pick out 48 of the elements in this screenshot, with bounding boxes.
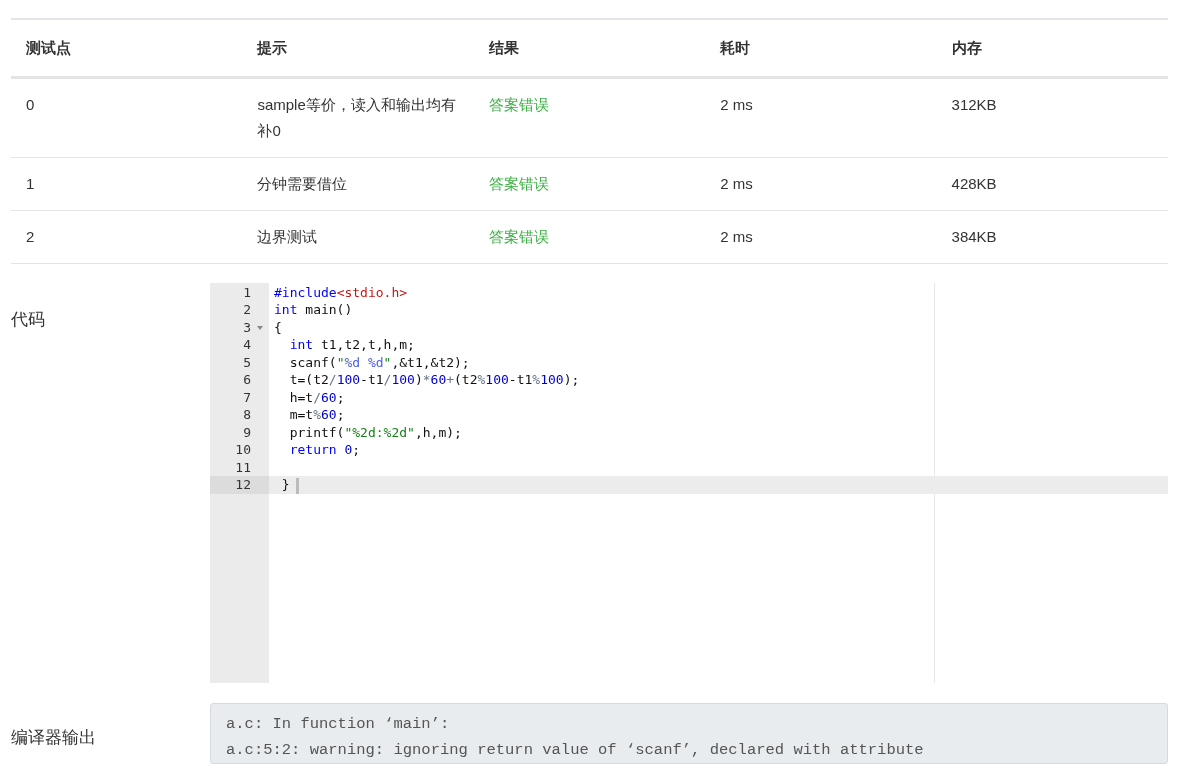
- section-label: 编译器输出: [11, 726, 97, 749]
- table-cell: 2: [26, 227, 35, 245]
- output-line: a.c: In function ‘main’:: [226, 713, 451, 735]
- code-line: int t1,t2,t,h,m;: [288, 336, 416, 354]
- column-header: 测试点: [26, 38, 71, 56]
- table-cell: 边界测试: [257, 227, 318, 245]
- line-number: 3: [243, 319, 251, 335]
- code-line: {: [273, 318, 283, 336]
- line-number: 8: [243, 407, 251, 422]
- table-cell: 0: [26, 95, 35, 113]
- column-header: 耗时: [720, 38, 751, 56]
- table-cell: 2 ms: [720, 95, 753, 113]
- line-number: 10: [235, 442, 251, 457]
- line-number: 12: [235, 477, 251, 492]
- line-number: 11: [235, 459, 251, 475]
- table-cell: 384KB: [951, 227, 997, 245]
- fold-caret-icon[interactable]: [257, 325, 263, 330]
- line-number: 4: [243, 337, 251, 352]
- column-header: 提示: [257, 38, 288, 56]
- result-status: 答案错误: [488, 95, 549, 113]
- table-cell: 2 ms: [720, 227, 753, 245]
- table-cell: 分钟需要借位: [257, 174, 348, 192]
- line-number: 6: [243, 372, 251, 387]
- result-status: 答案错误: [488, 227, 549, 245]
- code-line: printf("%2d:%2d",h,m);: [288, 423, 463, 441]
- code-line: #include<stdio.h>: [273, 283, 409, 301]
- code-line: h=t/60;: [288, 388, 346, 406]
- table-cell: 312KB: [951, 95, 997, 113]
- column-header: 内存: [951, 38, 982, 56]
- code-line: t=(t2/100-t1/100)*60+(t2%100-t1%100);: [288, 371, 581, 389]
- table-cell: 1: [26, 174, 35, 192]
- result-status: 答案错误: [488, 174, 549, 192]
- table-cell: sample等价，读入和输出均有补0: [257, 95, 456, 139]
- code-line: return 0;: [288, 441, 362, 459]
- section-label: 代码: [11, 308, 46, 331]
- column-header: 结果: [488, 38, 519, 56]
- line-number: 2: [243, 302, 251, 317]
- line-number: 5: [243, 354, 251, 370]
- line-number: 1: [243, 284, 251, 300]
- code-editor[interactable]: 1 #include<stdio.h> 2 int main() 3 { 4 int t1,t2,t,h,m; 5 scanf("%d %d",&t1,&t2); 6 t=(t2/100-t1/100)*60+(t2%100-t1%100); 7 h=t/60; 8 m=t%60; 9 printf("%2d:%2d",h,m); 10 return 0; 11 12 }: [210, 282, 1168, 683]
- table-cell: 2 ms: [720, 174, 753, 192]
- output-line: a.c:5:2: warning: ignoring return value of ‘scanf’, declared with attribute: [226, 739, 925, 761]
- code-line: int main(): [273, 301, 354, 319]
- line-number: 9: [243, 424, 251, 440]
- line-number: 7: [243, 389, 251, 405]
- code-line: m=t%60;: [288, 406, 346, 424]
- table-cell: 428KB: [951, 174, 997, 192]
- code-line: scanf("%d %d",&t1,&t2);: [288, 353, 471, 371]
